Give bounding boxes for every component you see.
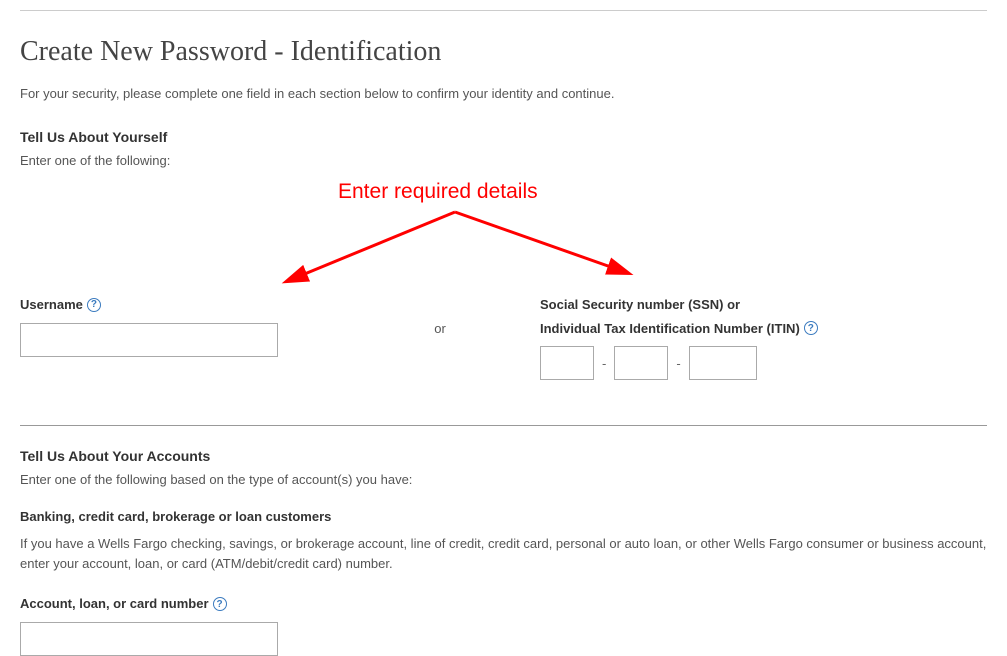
annotation-overlay: Enter required details [20, 190, 987, 295]
ssn-label-line2: Individual Tax Identification Number (IT… [540, 319, 800, 339]
section-divider [20, 425, 987, 426]
page-title: Create New Password - Identification [20, 36, 987, 68]
account-description: If you have a Wells Fargo checking, savi… [20, 534, 987, 574]
username-input[interactable] [20, 323, 278, 357]
username-label: Username [20, 295, 83, 315]
ssn-part2-input[interactable] [614, 346, 668, 380]
or-separator: or [340, 295, 540, 336]
identification-row: Username ? or Social Security number (SS… [20, 295, 987, 380]
help-icon[interactable]: ? [804, 321, 818, 335]
section1-heading: Tell Us About Yourself [20, 129, 987, 145]
section2-heading: Tell Us About Your Accounts [20, 448, 987, 464]
section2-sub: Enter one of the following based on the … [20, 472, 987, 487]
intro-text: For your security, please complete one f… [20, 86, 987, 101]
customer-type-heading: Banking, credit card, brokerage or loan … [20, 509, 987, 524]
annotation-arrows [280, 200, 640, 300]
account-number-input[interactable] [20, 622, 278, 656]
help-icon[interactable]: ? [87, 298, 101, 312]
help-icon[interactable]: ? [213, 597, 227, 611]
account-label-row: Account, loan, or card number ? [20, 594, 987, 614]
ssn-part1-input[interactable] [540, 346, 594, 380]
username-column: Username ? [20, 295, 340, 357]
section1-sub: Enter one of the following: [20, 153, 987, 168]
ssn-input-group: - - [540, 346, 987, 380]
ssn-label-row: Social Security number (SSN) or Individu… [540, 295, 987, 338]
ssn-dash: - [676, 356, 680, 371]
account-label: Account, loan, or card number [20, 594, 209, 614]
ssn-column: Social Security number (SSN) or Individu… [540, 295, 987, 380]
top-divider [20, 10, 987, 11]
ssn-dash: - [602, 356, 606, 371]
ssn-part3-input[interactable] [689, 346, 757, 380]
